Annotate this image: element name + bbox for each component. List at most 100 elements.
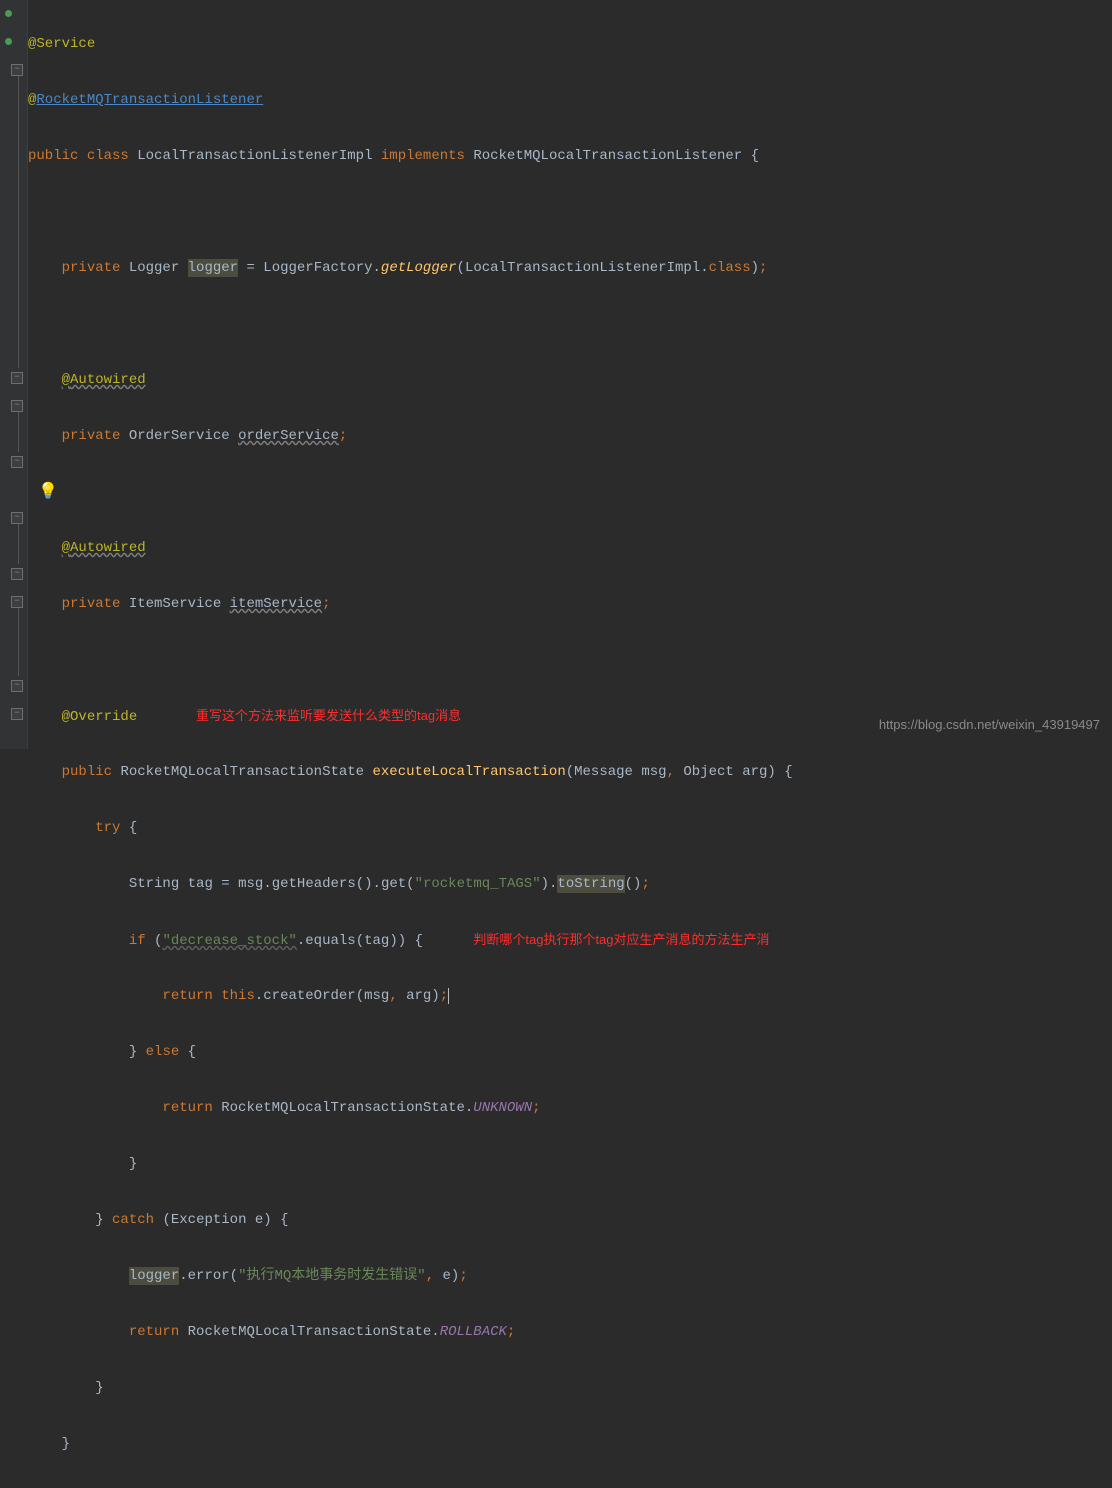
code-text: LocalTransactionListenerImpl. — [465, 260, 709, 276]
highlighted-identifier: logger — [129, 1267, 179, 1285]
highlighted-identifier: toString — [557, 875, 624, 893]
code-text: msg — [641, 764, 666, 780]
fold-toggle-icon[interactable] — [11, 596, 23, 608]
code-text: String — [129, 876, 179, 892]
code-text: ; — [532, 1100, 540, 1116]
fold-toggle-icon[interactable] — [11, 372, 23, 384]
code-text: . — [263, 876, 271, 892]
code-text: ) — [767, 764, 775, 780]
code-text: . — [179, 1268, 187, 1284]
annotation-link[interactable]: RocketMQTransactionListener — [36, 92, 263, 108]
code-text: () — [356, 876, 373, 892]
code-text: LoggerFactory. — [263, 260, 381, 276]
code-text: else — [146, 1044, 180, 1060]
code-text: ; — [459, 1268, 467, 1284]
code-text: RocketMQLocalTransactionListener — [473, 148, 742, 164]
code-text: "decrease_stock" — [162, 933, 296, 949]
code-text: @Service — [28, 36, 95, 52]
code-text: LocalTransactionListenerImpl — [137, 148, 372, 164]
fold-toggle-icon[interactable] — [11, 568, 23, 580]
code-text: @Autowired — [62, 372, 146, 388]
code-text: { — [129, 820, 137, 836]
code-text: get — [381, 876, 406, 892]
code-text: . — [297, 933, 305, 949]
code-text: getLogger — [381, 260, 457, 276]
code-text: e — [443, 1268, 451, 1284]
code-text: ; — [322, 596, 330, 612]
fold-toggle-icon[interactable] — [11, 680, 23, 692]
code-text: = — [213, 876, 238, 892]
code-text: if — [129, 933, 146, 949]
code-text: error — [188, 1268, 230, 1284]
code-text: UNKNOWN — [473, 1100, 532, 1116]
code-text: ) — [263, 1212, 271, 1228]
code-text: Exception — [171, 1212, 247, 1228]
fold-toggle-icon[interactable] — [11, 456, 23, 468]
code-text: ) — [431, 988, 439, 1004]
code-text: arg — [742, 764, 767, 780]
code-text: Message — [574, 764, 633, 780]
code-text: ROLLBACK — [440, 1324, 507, 1340]
code-text: } — [129, 1156, 137, 1172]
text-caret — [448, 988, 449, 1004]
code-text: getHeaders — [272, 876, 356, 892]
code-text: return — [162, 1100, 212, 1116]
code-text: . — [373, 876, 381, 892]
code-text: tag — [364, 933, 389, 949]
code-text: this — [221, 988, 255, 1004]
code-text: ( — [566, 764, 574, 780]
code-text: ( — [162, 1212, 170, 1228]
code-text: public — [62, 764, 112, 780]
code-text: executeLocalTransaction — [372, 764, 565, 780]
code-text: ( — [406, 876, 414, 892]
code-text: class — [709, 260, 751, 276]
code-text: "执行MQ本地事务时发生错误" — [238, 1268, 426, 1284]
code-text: Logger — [129, 260, 179, 276]
code-text: try — [95, 820, 120, 836]
inline-comment: 判断哪个tag执行那个tag对应生产消息的方法生产消 — [473, 932, 769, 947]
code-text: , — [667, 764, 675, 780]
code-text: ( — [230, 1268, 238, 1284]
code-text: , — [389, 988, 397, 1004]
code-text: msg — [238, 876, 263, 892]
gutter-marker — [5, 38, 12, 45]
code-text: ( — [356, 933, 364, 949]
code-editor[interactable]: @Service @RocketMQTransactionListener pu… — [28, 0, 1112, 1488]
code-text: tag — [188, 876, 213, 892]
code-text: { — [784, 764, 792, 780]
code-text: { — [280, 1212, 288, 1228]
code-text: } — [62, 1436, 70, 1452]
fold-toggle-icon[interactable] — [11, 400, 23, 412]
code-text: () — [625, 876, 642, 892]
code-text: ( — [356, 988, 364, 1004]
code-text: { — [415, 933, 423, 949]
watermark-text: https://blog.csdn.net/weixin_43919497 — [879, 711, 1100, 739]
code-text: ItemService — [129, 596, 221, 612]
fold-toggle-icon[interactable] — [11, 64, 23, 76]
code-text: ; — [759, 260, 767, 276]
code-text: } — [95, 1212, 103, 1228]
code-text: RocketMQLocalTransactionState — [120, 764, 364, 780]
code-text: Object — [683, 764, 733, 780]
highlighted-identifier: logger — [188, 259, 238, 277]
code-text: itemService — [230, 596, 322, 612]
code-text: ( — [457, 260, 465, 276]
inline-comment: 重写这个方法来监听要发送什么类型的tag消息 — [196, 708, 461, 723]
code-text: ) — [541, 876, 549, 892]
code-text: equals — [305, 933, 355, 949]
code-text: { — [188, 1044, 196, 1060]
code-text: private — [62, 596, 121, 612]
code-text: createOrder — [263, 988, 355, 1004]
fold-toggle-icon[interactable] — [11, 512, 23, 524]
code-text: ) — [751, 260, 759, 276]
code-text: "rocketmq_TAGS" — [415, 876, 541, 892]
code-text: msg — [364, 988, 389, 1004]
fold-toggle-icon[interactable] — [11, 708, 23, 720]
code-text: RocketMQLocalTransactionState. — [221, 1100, 473, 1116]
code-text: class — [87, 148, 129, 164]
code-text: orderService — [238, 428, 339, 444]
code-text: ( — [154, 933, 162, 949]
code-text: catch — [112, 1212, 154, 1228]
code-text: , — [426, 1268, 434, 1284]
code-text: } — [129, 1044, 137, 1060]
